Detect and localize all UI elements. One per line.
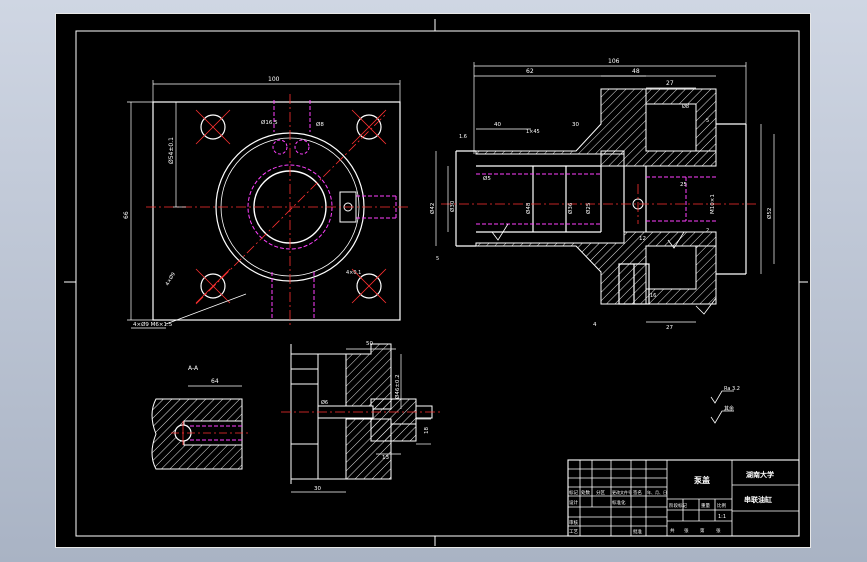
roughness-note-b: 其余 <box>724 405 734 412</box>
drawing-sheet: 100 66 Ø54±0.1 Ø16.5 Ø8 4×Ø9 4×Ø9 M6×1.5… <box>55 13 811 548</box>
front-dim-height: 66 <box>123 211 130 219</box>
title-school: 湖南大学 <box>746 470 774 479</box>
title-row-design: 设计 <box>569 499 578 506</box>
section-dim-d6: Ø52 <box>766 208 773 219</box>
title-standardize: 标准化 <box>612 499 626 506</box>
front-center-lines <box>146 94 408 326</box>
title-header-file: 更改文件号 <box>612 489 632 495</box>
section-dim-right-edge: 5 <box>706 118 709 124</box>
section-dim-left-step: 40 <box>494 122 501 128</box>
title-header-zone: 分区 <box>596 489 605 496</box>
section-hatch <box>475 88 717 305</box>
front-dim-bolt-spacing: Ø54±0.1 <box>168 137 175 164</box>
title-header-count: 处数 <box>581 489 590 496</box>
section-dim-hub: 27 <box>666 80 674 87</box>
roughness-note-a: Ra 3.2 <box>724 386 740 392</box>
side-dim-mid: 18 <box>424 427 430 434</box>
section-dim-right: 48 <box>632 68 640 75</box>
side-dim-height: Ø46±0.2 <box>394 374 401 399</box>
front-dim-hole: Ø8 <box>316 121 324 128</box>
title-sheet-unit: 张 <box>684 527 689 534</box>
title-sheet-total: 共 <box>670 527 675 534</box>
section-dim-slot: 12 <box>639 236 646 242</box>
section-dim-depth-b: 30 <box>572 122 579 128</box>
pin-hole-left <box>272 139 288 155</box>
section-dim-bottom-w: 27 <box>666 325 673 331</box>
title-row-review: 审核 <box>569 519 578 526</box>
section-dim-total: 106 <box>608 58 620 65</box>
title-drawing-no: 串联油缸 <box>744 495 772 504</box>
cad-viewer: 100 66 Ø54±0.1 Ø16.5 Ø8 4×Ø9 4×Ø9 M6×1.5… <box>0 0 867 562</box>
section-dim-thread: M10×1 <box>710 194 716 214</box>
front-dim-inner-gap: Ø16.5 <box>261 119 278 126</box>
side-dim-top: 50 <box>366 341 373 347</box>
section-dim-d5: Ø36 <box>567 202 574 214</box>
front-dim-slot: 4×Ø9 <box>164 271 177 287</box>
title-part-name: 泵盖 <box>694 475 710 485</box>
title-sheet-no: 第 <box>700 527 705 534</box>
detail-view: A-A 64 <box>151 365 248 470</box>
section-dim-left: 62 <box>526 68 534 75</box>
section-dim-small: 1.6 <box>459 134 467 140</box>
title-row-mark: 标记 <box>569 489 578 496</box>
title-weight: 重量 <box>701 502 710 509</box>
side-dim-bottom: 30 <box>314 486 321 492</box>
front-dim-width: 100 <box>268 76 280 83</box>
section-dim-depth-a: 25 <box>680 182 687 188</box>
front-view: 100 66 Ø54±0.1 Ø16.5 Ø8 4×Ø9 4×Ø9 M6×1.5… <box>123 76 408 329</box>
title-ratio: 比例 <box>717 502 726 509</box>
section-dim-d2: Ø5 <box>483 175 491 182</box>
title-header-sign: 签名 <box>633 489 642 496</box>
section-center-lines <box>441 184 756 224</box>
section-dim-left-stub: 5 <box>436 256 439 262</box>
detail-label: A-A <box>188 365 199 372</box>
side-dim-hole: Ø6 <box>321 399 328 406</box>
section-dim-d3: Ø30 <box>449 200 456 212</box>
title-header-date: 年、月、日 <box>647 489 667 495</box>
section-dim-right-small: 2 <box>706 228 709 234</box>
pin-hole-right <box>294 139 310 155</box>
side-view: 50 Ø46±0.2 18 13 30 Ø6 <box>281 341 441 493</box>
section-dim-angle: Ø8 <box>682 103 689 110</box>
title-approve: 批准 <box>633 528 642 535</box>
side-dim-lower: 13 <box>382 455 389 461</box>
section-dim-d1: Ø42 <box>429 203 436 214</box>
front-dim-tol: 4×0.1 <box>346 270 361 276</box>
section-dim-chamfer: 1×45 <box>526 129 540 135</box>
title-sheet-unit-2: 张 <box>716 527 721 534</box>
section-dim-hub-h: 16 <box>650 293 656 299</box>
title-row-process: 工艺 <box>569 529 578 535</box>
section-dim-bottom: 4 <box>593 322 597 328</box>
title-stage-mark: 阶段标记 <box>669 502 687 509</box>
section-view: 106 62 48 27 Ø42 Ø5 Ø30 Ø48 Ø36 Ø52 M10×… <box>429 58 775 331</box>
detail-dim: 64 <box>211 378 219 385</box>
section-dim-d4: Ø48 <box>525 202 532 214</box>
section-dim-bore: Ø25 <box>585 202 592 214</box>
side-hub <box>370 398 417 442</box>
title-scale: 1:1 <box>718 514 726 520</box>
drawing-canvas: 100 66 Ø54±0.1 Ø16.5 Ø8 4×Ø9 4×Ø9 M6×1.5… <box>64 19 808 546</box>
front-bolt-callout: 4×Ø9 M6×1.5 <box>133 321 173 328</box>
